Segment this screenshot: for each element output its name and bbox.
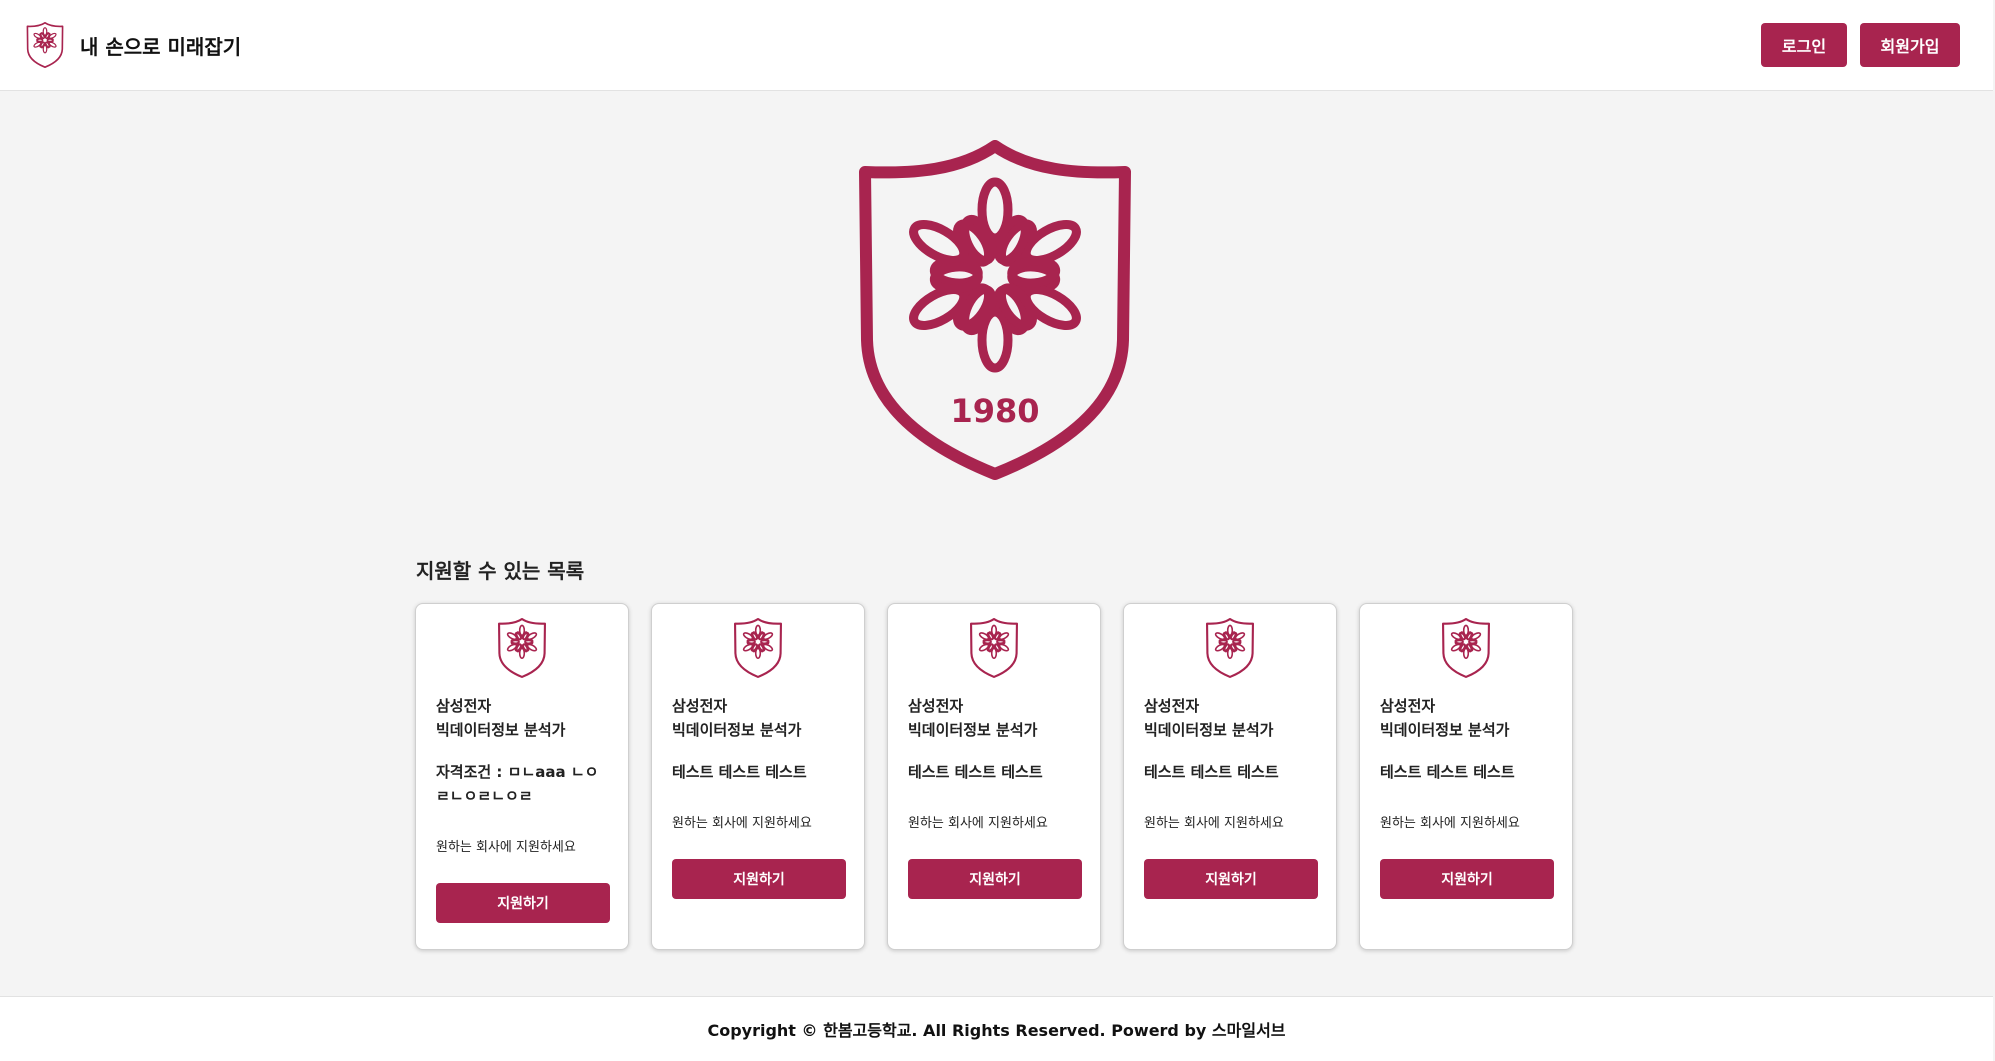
auth-buttons: 로그인 회원가입	[1761, 23, 1960, 67]
job-title: 빅데이터정보 분석가	[436, 721, 566, 739]
job-requirement: 자격조건 : ㅁㄴaaa ㄴㅇㄹㄴㅇㄹㄴㅇㄹ	[436, 763, 599, 805]
job-card: 삼성전자 빅데이터정보 분석가 자격조건 : ㅁㄴaaa ㄴㅇㄹㄴㅇㄹㄴㅇㄹ 원…	[415, 603, 629, 950]
company-logo-icon	[1440, 618, 1492, 678]
section-title: 지원할 수 있는 목록	[416, 559, 585, 583]
company-name: 삼성전자	[1144, 697, 1200, 715]
top-header: 내 손으로 미래잡기 로그인 회원가입	[0, 0, 1993, 91]
job-card: 삼성전자 빅데이터정보 분석가 테스트 테스트 테스트 원하는 회사에 지원하세…	[1123, 603, 1337, 950]
login-button[interactable]: 로그인	[1761, 23, 1847, 67]
apply-button[interactable]: 지원하기	[436, 883, 610, 923]
apply-button[interactable]: 지원하기	[1380, 859, 1554, 899]
card-subtext: 원하는 회사에 지원하세요	[436, 840, 576, 855]
job-requirement: 테스트 테스트 테스트	[672, 763, 807, 781]
company-name: 삼성전자	[672, 697, 728, 715]
company-name: 삼성전자	[908, 697, 964, 715]
apply-button[interactable]: 지원하기	[908, 859, 1082, 899]
job-card: 삼성전자 빅데이터정보 분석가 테스트 테스트 테스트 원하는 회사에 지원하세…	[1359, 603, 1573, 950]
card-subtext: 원하는 회사에 지원하세요	[1144, 816, 1284, 831]
card-subtext: 원하는 회사에 지원하세요	[672, 816, 812, 831]
signup-button[interactable]: 회원가입	[1860, 23, 1960, 67]
card-subtext: 원하는 회사에 지원하세요	[908, 816, 1048, 831]
brand[interactable]: 내 손으로 미래잡기	[25, 22, 241, 68]
school-emblem-icon	[25, 22, 65, 68]
company-logo-icon	[968, 618, 1020, 678]
copyright-text: Copyright © 한봄고등학교. All Rights Reserved.…	[707, 1021, 1286, 1040]
job-card-list: 삼성전자 빅데이터정보 분석가 자격조건 : ㅁㄴaaa ㄴㅇㄹㄴㅇㄹㄴㅇㄹ 원…	[415, 603, 1595, 950]
job-title: 빅데이터정보 분석가	[672, 721, 802, 739]
company-name: 삼성전자	[436, 697, 492, 715]
apply-button[interactable]: 지원하기	[1144, 859, 1318, 899]
job-card: 삼성전자 빅데이터정보 분석가 테스트 테스트 테스트 원하는 회사에 지원하세…	[651, 603, 865, 950]
job-title: 빅데이터정보 분석가	[1380, 721, 1510, 739]
apply-button[interactable]: 지원하기	[672, 859, 846, 899]
job-title: 빅데이터정보 분석가	[908, 721, 1038, 739]
page-footer: Copyright © 한봄고등학교. All Rights Reserved.…	[0, 996, 1993, 1061]
job-requirement: 테스트 테스트 테스트	[1380, 763, 1515, 781]
card-subtext: 원하는 회사에 지원하세요	[1380, 816, 1520, 831]
job-title: 빅데이터정보 분석가	[1144, 721, 1274, 739]
job-requirement: 테스트 테스트 테스트	[1144, 763, 1279, 781]
job-card: 삼성전자 빅데이터정보 분석가 테스트 테스트 테스트 원하는 회사에 지원하세…	[887, 603, 1101, 950]
job-requirement: 테스트 테스트 테스트	[908, 763, 1043, 781]
company-name: 삼성전자	[1380, 697, 1436, 715]
emblem-year: 1980	[950, 392, 1039, 430]
company-logo-icon	[496, 618, 548, 678]
site-title: 내 손으로 미래잡기	[80, 34, 242, 59]
company-logo-icon	[732, 618, 784, 678]
hero-emblem: 1980	[855, 140, 1135, 480]
company-logo-icon	[1204, 618, 1256, 678]
